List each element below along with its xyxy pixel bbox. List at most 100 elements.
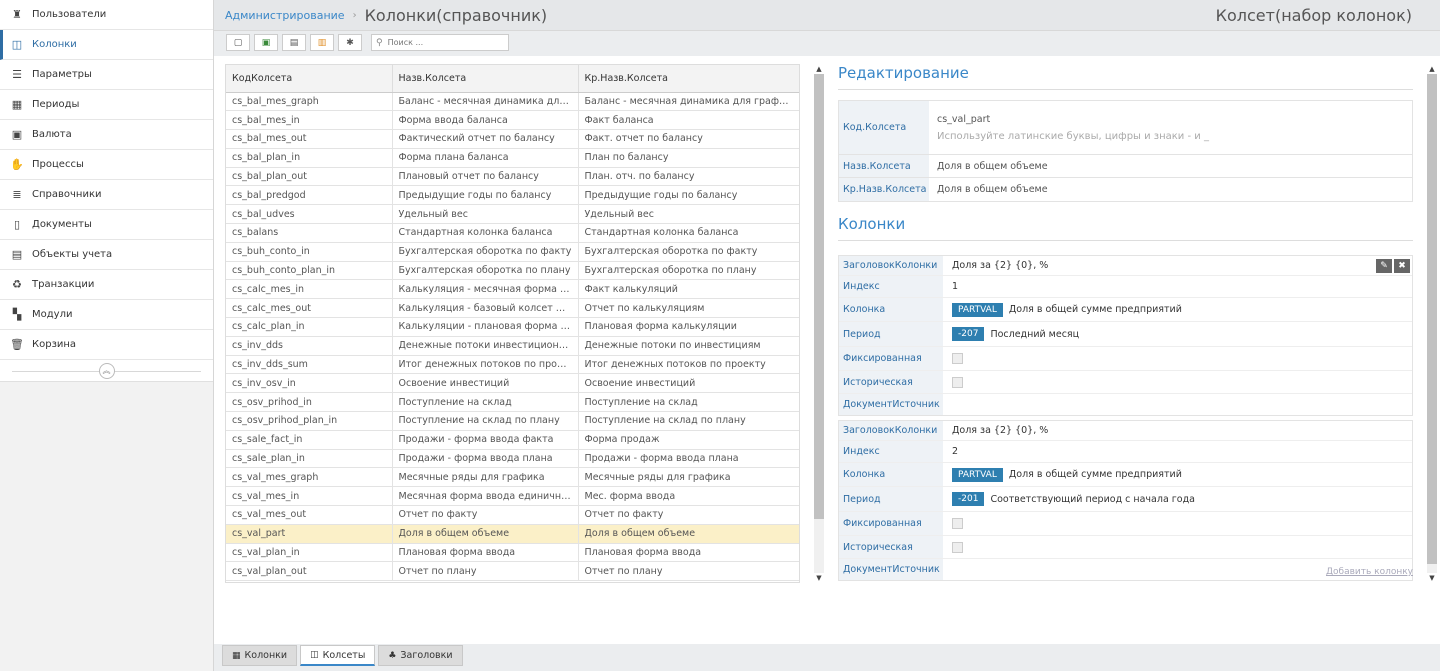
cell-short-name[interactable]: Поступление на склад по плану [578,411,799,431]
column-code-badge[interactable]: PARTVAL [952,302,1003,317]
cell-code[interactable]: cs_inv_dds_sum [226,355,393,375]
cell-name[interactable]: Фактический отчет по балансу [392,129,579,149]
period-value[interactable]: -201 Соответствующий период с начала года [943,487,1412,511]
sidebar-item-clipboard[interactable]: ▤ Объекты учета [0,240,213,270]
sidebar-item-sliders[interactable]: ☰ Параметры [0,60,213,90]
cell-short-name[interactable]: Отчет по факту [578,505,799,525]
sidebar-item-document[interactable]: ▯ Документы [0,210,213,240]
cell-name[interactable]: Калькуляция - базовый колсет для отчета [392,298,579,319]
cell-name[interactable]: Поступление на склад [392,392,579,413]
table-row[interactable]: cs_buh_conto_in Бухгалтерская оборотка по… [226,242,799,262]
bottom-tab-columns[interactable]: ▦ Колонки [222,645,298,666]
sidebar-item-calendar[interactable]: ▦ Периоды [0,90,213,120]
new-document-button[interactable]: ▢ [226,34,250,51]
search-input[interactable] [385,37,496,48]
cell-name[interactable]: Калькуляция - месячная форма ввода [392,279,579,300]
cell-short-name[interactable]: Продажи - форма ввода плана [578,449,799,469]
cell-short-name[interactable]: Бухгалтерская оборотка по плану [578,261,799,281]
cell-code[interactable]: cs_val_part [226,524,393,544]
cell-short-name[interactable]: Отчет по плану [578,561,799,582]
cell-name[interactable]: Плановая форма ввода [392,543,579,563]
cell-code[interactable]: cs_bal_mes_out [226,129,393,149]
cell-short-name[interactable]: Стандартная колонка баланса [578,223,799,243]
table-row[interactable]: cs_calc_mes_in Калькуляция - месячная фор… [226,279,799,300]
table-row[interactable]: cs_buh_conto_plan_in Бухгалтерская оборот… [226,261,799,281]
column-header-code[interactable]: КодКолсета [226,65,393,93]
table-row[interactable]: cs_inv_dds_sum Итог денежных потоков по п… [226,355,799,375]
cell-code[interactable]: cs_val_mes_graph [226,467,393,488]
name-field[interactable]: Доля в общем объеме [929,155,1412,177]
fixed-value[interactable] [943,512,1412,535]
cell-short-name[interactable]: План по балансу [578,148,799,168]
cell-short-name[interactable]: Плановая форма ввода [578,543,799,563]
cell-code[interactable]: cs_buh_conto_in [226,242,393,262]
cell-name[interactable]: Отчет по факту [392,505,579,525]
sidebar-item-list[interactable]: ≣ Справочники [0,180,213,210]
collapse-sidebar-button[interactable]: ︽ [98,362,115,379]
cell-code[interactable]: cs_calc_mes_in [226,279,393,300]
cell-code[interactable]: cs_bal_plan_in [226,148,393,168]
bottom-tab-headers[interactable]: ♣ Заголовки [378,645,463,666]
scroll-thumb[interactable] [814,74,824,519]
cell-short-name[interactable]: Мес. форма ввода [578,486,799,507]
column-code-badge[interactable]: PARTVAL [952,467,1003,482]
sidebar-item-user[interactable]: ♜ Пользователи [0,0,213,30]
cell-code[interactable]: cs_osv_prihod_in [226,392,393,413]
fixed-checkbox[interactable] [952,518,963,529]
cell-name[interactable]: Денежные потоки инвестиционные [392,336,579,356]
table-row[interactable]: cs_bal_plan_in Форма плана баланса План по… [226,148,799,168]
cell-name[interactable]: Продажи - форма ввода факта [392,430,579,450]
sidebar-item-columns[interactable]: ◫ Колонки [0,30,213,60]
fixed-value[interactable] [943,347,1412,370]
table-row[interactable]: cs_val_plan_in Плановая форма ввода Планов… [226,543,799,563]
table-row[interactable]: cs_sale_fact_in Продажи - форма ввода фак… [226,430,799,450]
cell-name[interactable]: Месячные ряды для графика [392,467,579,488]
column-header-value[interactable]: Доля за {2} {0}, % [943,421,1412,440]
period-code-badge[interactable]: -207 [952,327,985,341]
cell-code[interactable]: cs_sale_fact_in [226,430,393,450]
period-code-badge[interactable]: -201 [952,492,985,506]
cell-name[interactable]: Доля в общем объеме [392,524,579,544]
right-panel-scrollbar[interactable]: ▲ ▼ [1425,64,1439,583]
table-row[interactable]: cs_val_part Доля в общем объеме Доля в общ… [226,524,799,544]
cell-name[interactable]: Отчет по плану [392,561,579,582]
table-row[interactable]: cs_bal_mes_out Фактический отчет по балан… [226,129,799,149]
cell-code[interactable]: cs_calc_mes_out [226,298,393,319]
sidebar-item-handshake[interactable]: ✋ Процессы [0,150,213,180]
scroll-track[interactable] [1427,74,1437,573]
doc-source-value[interactable] [943,394,1412,415]
cell-name[interactable]: Форма плана баланса [392,148,579,168]
settings-button[interactable]: ✱ [338,34,362,51]
table-row[interactable]: cs_val_plan_out Отчет по плану Отчет по пл… [226,561,799,582]
column-name-text[interactable]: Доля в общей сумме предприятий [1009,304,1182,315]
cell-short-name[interactable]: Поступление на склад [578,392,799,413]
cell-name[interactable]: Предыдущие годы по балансу [392,185,579,206]
cell-code[interactable]: cs_bal_predgod [226,185,393,206]
cell-name[interactable]: Плановый отчет по балансу [392,167,579,187]
cell-code[interactable]: cs_buh_conto_plan_in [226,261,393,281]
scroll-thumb[interactable] [1427,74,1437,564]
table-row[interactable]: cs_osv_prihod_plan_in Поступление на скла… [226,411,799,431]
table-row[interactable]: cs_inv_osv_in Освоение инвестиций Освоение… [226,373,799,394]
column-value[interactable]: PARTVAL Доля в общей сумме предприятий [943,463,1412,486]
cell-code[interactable]: cs_calc_plan_in [226,317,393,337]
cell-code[interactable]: cs_val_plan_out [226,561,393,582]
table-row[interactable]: cs_calc_mes_out Калькуляция - базовый кол… [226,298,799,319]
historical-checkbox[interactable] [952,376,963,388]
edit-icon[interactable]: ✎ [1376,259,1392,273]
historical-checkbox[interactable] [952,541,963,553]
index-text[interactable]: 2 [952,446,958,457]
cell-code[interactable]: cs_osv_prihod_plan_in [226,411,393,431]
cell-name[interactable]: Удельный вес [392,204,579,225]
cell-name[interactable]: Бухгалтерская оборотка по плану [392,261,579,281]
index-value[interactable]: 2 [943,441,1412,462]
cell-name[interactable]: Стандартная колонка баланса [392,223,579,243]
cell-short-name[interactable]: План. отч. по балансу [578,167,799,187]
table-row[interactable]: cs_val_mes_out Отчет по факту Отчет по фак… [226,505,799,525]
scroll-track[interactable] [814,74,824,573]
table-row[interactable]: cs_balans Стандартная колонка баланса Стан… [226,223,799,243]
index-value[interactable]: 1 [943,276,1412,297]
cell-code[interactable]: cs_balans [226,223,393,243]
cell-short-name[interactable]: Баланс - месячная динамика для графика [578,92,799,112]
cell-name[interactable]: Продажи - форма ввода плана [392,449,579,469]
